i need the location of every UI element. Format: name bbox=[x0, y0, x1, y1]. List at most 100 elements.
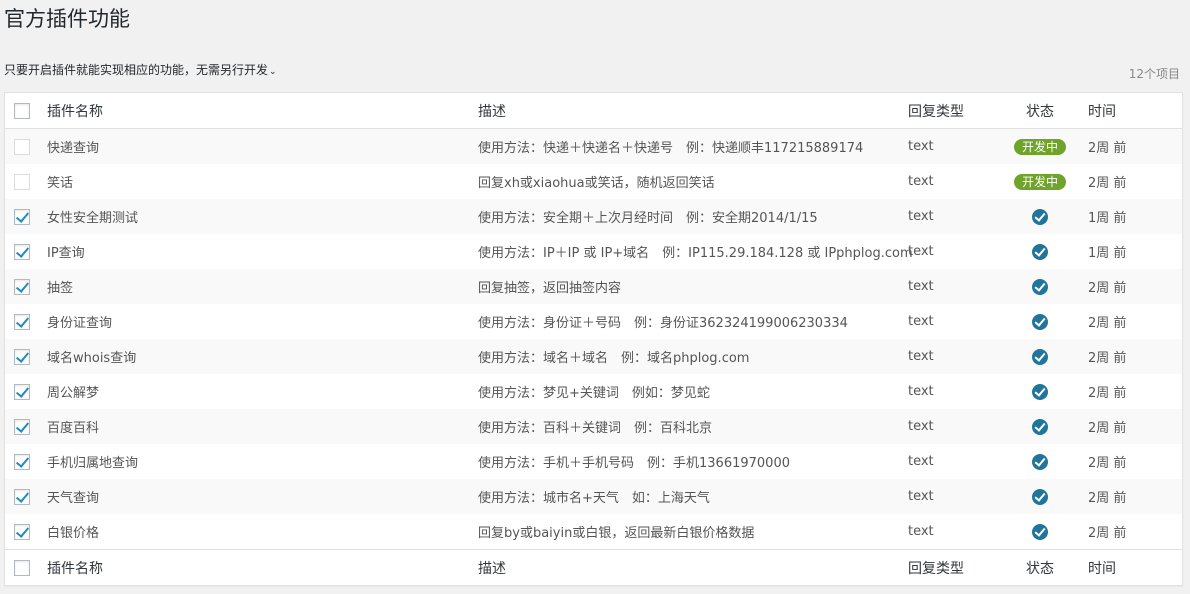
row-checkbox[interactable] bbox=[14, 173, 30, 190]
items-count: 12个项目 bbox=[1128, 67, 1180, 81]
time-ago: 2周 前 bbox=[1088, 141, 1127, 156]
select-all-checkbox[interactable] bbox=[14, 102, 30, 119]
reply-type: text bbox=[908, 244, 934, 259]
row-checkbox[interactable] bbox=[14, 348, 30, 365]
plugin-description: 使用方法：城市名+天气 如：上海天气 bbox=[478, 491, 710, 506]
plugin-description: 回复xh或xiaohua或笑话，随机返回笑话 bbox=[478, 176, 715, 191]
plugin-name: 笑话 bbox=[47, 176, 74, 191]
time-ago: 2周 前 bbox=[1088, 386, 1127, 401]
plugin-name: 域名whois查询 bbox=[47, 351, 137, 366]
plugin-description: 回复by或baiyin或白银，返回最新白银价格数据 bbox=[478, 526, 755, 541]
table-row[interactable]: 百度百科 使用方法：百科＋关键词 例：百科北京 text 2周 前 bbox=[5, 409, 1182, 444]
plugin-name: 女性安全期测试 bbox=[47, 211, 139, 226]
check-circle-icon[interactable] bbox=[1032, 488, 1048, 505]
plugin-description: 使用方法：IP＋IP 或 IP+域名 例：IP115.29.184.128 或 … bbox=[478, 246, 913, 261]
plugin-description: 使用方法：安全期＋上次月经时间 例：安全期2014/1/15 bbox=[478, 211, 818, 226]
check-circle-icon[interactable] bbox=[1032, 383, 1048, 400]
plugin-description: 使用方法：快递＋快递名＋快递号 例：快递顺丰117215889174 bbox=[478, 141, 864, 156]
check-circle-icon[interactable] bbox=[1032, 208, 1048, 225]
row-checkbox[interactable] bbox=[14, 523, 30, 540]
plugin-name: 百度百科 bbox=[47, 421, 100, 436]
plugin-description: 使用方法：身份证＋号码 例：身份证362324199006230334 bbox=[478, 316, 848, 331]
reply-type: text bbox=[908, 349, 934, 364]
time-ago: 2周 前 bbox=[1088, 491, 1127, 506]
time-ago: 2周 前 bbox=[1088, 526, 1127, 541]
check-circle-icon[interactable] bbox=[1032, 243, 1048, 260]
table-row[interactable]: 身份证查询 使用方法：身份证＋号码 例：身份证36232419900623033… bbox=[5, 304, 1182, 339]
subtitle-text: 只要开启插件就能实现相应的功能，无需另行开发 bbox=[4, 63, 269, 77]
reply-type: text bbox=[908, 139, 934, 154]
plugin-description: 使用方法：梦见+关键词 例如：梦见蛇 bbox=[478, 386, 710, 401]
check-circle-icon[interactable] bbox=[1032, 278, 1048, 295]
time-ago: 2周 前 bbox=[1088, 316, 1127, 331]
row-checkbox[interactable] bbox=[14, 418, 30, 435]
table-row[interactable]: 域名whois查询 使用方法：域名＋域名 例：域名phplog.com text… bbox=[5, 339, 1182, 374]
reply-type: text bbox=[908, 279, 934, 294]
check-circle-icon[interactable] bbox=[1032, 453, 1048, 470]
table-row[interactable]: 周公解梦 使用方法：梦见+关键词 例如：梦见蛇 text 2周 前 bbox=[5, 374, 1182, 409]
column-header-time[interactable]: 时间 bbox=[1088, 93, 1116, 128]
table-row[interactable]: 女性安全期测试 使用方法：安全期＋上次月经时间 例：安全期2014/1/15 t… bbox=[5, 199, 1182, 234]
reply-type: text bbox=[908, 454, 934, 469]
plugin-name: IP查询 bbox=[47, 246, 85, 261]
row-checkbox[interactable] bbox=[14, 208, 30, 225]
check-circle-icon[interactable] bbox=[1032, 523, 1048, 540]
plugin-name: 抽签 bbox=[47, 281, 74, 296]
table-row[interactable]: 白银价格 回复by或baiyin或白银，返回最新白银价格数据 text 2周 前 bbox=[5, 514, 1182, 549]
time-ago: 1周 前 bbox=[1088, 246, 1127, 261]
column-footer-status: 状态 bbox=[1026, 561, 1054, 577]
plugin-name: 周公解梦 bbox=[47, 386, 100, 401]
row-checkbox[interactable] bbox=[14, 313, 30, 330]
row-checkbox[interactable] bbox=[14, 383, 30, 400]
plugin-description: 使用方法：手机＋手机号码 例：手机13661970000 bbox=[478, 456, 790, 471]
column-footer-type: 回复类型 bbox=[908, 561, 964, 577]
column-footer-desc: 描述 bbox=[478, 561, 506, 577]
table-header: 插件名称 描述 回复类型 状态 时间 bbox=[5, 93, 1182, 129]
plugin-name: 天气查询 bbox=[47, 491, 100, 506]
status-badge: 开发中 bbox=[1013, 138, 1066, 155]
chevron-down-icon[interactable]: ⌄ bbox=[269, 67, 277, 77]
check-circle-icon[interactable] bbox=[1032, 313, 1048, 330]
table-footer: 插件名称 描述 回复类型 状态 时间 bbox=[5, 549, 1182, 586]
page-title: 官方插件功能 bbox=[4, 7, 130, 31]
time-ago: 2周 前 bbox=[1088, 176, 1127, 191]
plugin-description: 使用方法：域名＋域名 例：域名phplog.com bbox=[478, 351, 750, 366]
reply-type: text bbox=[908, 419, 934, 434]
reply-type: text bbox=[908, 489, 934, 504]
status-badge: 开发中 bbox=[1013, 173, 1066, 190]
plugin-name: 白银价格 bbox=[47, 526, 100, 541]
time-ago: 2周 前 bbox=[1088, 351, 1127, 366]
page-subtitle: 只要开启插件就能实现相应的功能，无需另行开发⌄ bbox=[4, 61, 277, 78]
table-row[interactable]: 抽签 回复抽签，返回抽签内容 text 2周 前 bbox=[5, 269, 1182, 304]
row-checkbox[interactable] bbox=[14, 488, 30, 505]
table-row[interactable]: IP查询 使用方法：IP＋IP 或 IP+域名 例：IP115.29.184.1… bbox=[5, 234, 1182, 269]
plugin-name: 身份证查询 bbox=[47, 316, 113, 331]
column-header-desc: 描述 bbox=[478, 103, 506, 120]
table-row[interactable]: 天气查询 使用方法：城市名+天气 如：上海天气 text 2周 前 bbox=[5, 479, 1182, 514]
column-header-status: 状态 bbox=[1026, 103, 1054, 120]
table-row[interactable]: 手机归属地查询 使用方法：手机＋手机号码 例：手机13661970000 tex… bbox=[5, 444, 1182, 479]
reply-type: text bbox=[908, 314, 934, 329]
check-circle-icon[interactable] bbox=[1032, 348, 1048, 365]
plugin-name: 手机归属地查询 bbox=[47, 456, 139, 471]
column-footer-time[interactable]: 时间 bbox=[1088, 550, 1116, 586]
column-header-name[interactable]: 插件名称 bbox=[47, 93, 103, 128]
time-ago: 2周 前 bbox=[1088, 281, 1127, 296]
plugin-name: 快递查询 bbox=[47, 141, 100, 156]
row-checkbox[interactable] bbox=[14, 453, 30, 470]
plugin-description: 使用方法：百科＋关键词 例：百科北京 bbox=[478, 421, 713, 436]
row-checkbox[interactable] bbox=[14, 278, 30, 295]
table-row[interactable]: 笑话 回复xh或xiaohua或笑话，随机返回笑话 text 开发中 2周 前 bbox=[5, 164, 1182, 199]
plugins-table: 插件名称 描述 回复类型 状态 时间 快递查询 使用方法：快递＋快递名＋快递号 … bbox=[4, 92, 1183, 586]
column-footer-name[interactable]: 插件名称 bbox=[47, 550, 103, 586]
table-row[interactable]: 快递查询 使用方法：快递＋快递名＋快递号 例：快递顺丰117215889174 … bbox=[5, 129, 1182, 164]
row-checkbox[interactable] bbox=[14, 138, 30, 155]
time-ago: 2周 前 bbox=[1088, 421, 1127, 436]
column-header-type: 回复类型 bbox=[908, 103, 964, 120]
check-circle-icon[interactable] bbox=[1032, 418, 1048, 435]
row-checkbox[interactable] bbox=[14, 243, 30, 260]
reply-type: text bbox=[908, 174, 934, 189]
reply-type: text bbox=[908, 384, 934, 399]
reply-type: text bbox=[908, 524, 934, 539]
select-all-checkbox-footer[interactable] bbox=[14, 560, 30, 576]
